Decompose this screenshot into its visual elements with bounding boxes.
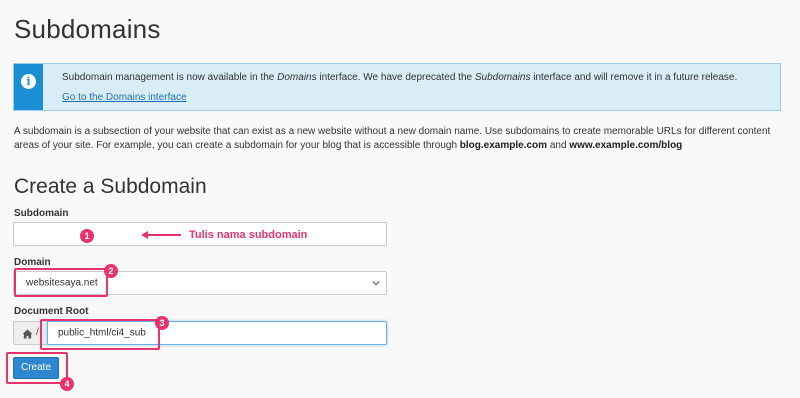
document-root-prefix: / xyxy=(13,321,47,345)
create-subdomain-heading: Create a Subdomain xyxy=(14,175,207,198)
path-slash: / xyxy=(36,327,39,338)
home-icon xyxy=(22,329,33,339)
subdomain-label: Subdomain xyxy=(14,208,69,219)
description-example-1: blog.example.com xyxy=(459,140,548,151)
annotation-badge-3: 3 xyxy=(155,316,169,330)
subdomains-page: Subdomains i Subdomain management is now… xyxy=(0,0,800,398)
document-root-label: Document Root xyxy=(14,306,89,317)
arrow-left-icon xyxy=(141,231,181,239)
page-title: Subdomains xyxy=(14,14,161,44)
notice-text-part: Subdomain management is now available in… xyxy=(62,72,278,83)
description-text: and xyxy=(547,140,570,151)
deprecation-notice: i Subdomain management is now available … xyxy=(13,63,781,111)
annotation-badge-1: 1 xyxy=(80,229,94,243)
subdomain-description: A subdomain is a subsection of your webs… xyxy=(14,125,774,153)
info-icon: i xyxy=(21,74,36,89)
description-example-2: www.example.com/blog xyxy=(569,140,683,151)
annotation-hint: Tulis nama subdomain xyxy=(189,229,308,241)
domain-select-value: websitesaya.net xyxy=(26,277,98,289)
notice-accent-bar: i xyxy=(14,64,43,110)
create-button[interactable]: Create xyxy=(13,357,59,379)
document-root-input-value: public_html/ci4_sub xyxy=(58,327,146,339)
notice-text-part: interface. We have deprecated the xyxy=(316,72,475,83)
notice-text: Subdomain management is now available in… xyxy=(62,72,737,83)
go-to-domains-link[interactable]: Go to the Domains interface xyxy=(62,92,187,103)
notice-text-part: interface and will remove it in a future… xyxy=(530,72,738,83)
domain-select[interactable]: websitesaya.net xyxy=(13,271,387,295)
annotation-badge-4: 4 xyxy=(60,377,74,391)
document-root-input[interactable]: public_html/ci4_sub xyxy=(47,321,387,345)
notice-text-em-subdomains: Subdomains xyxy=(474,72,531,83)
annotation-badge-2: 2 xyxy=(104,264,118,278)
chevron-down-icon xyxy=(372,281,380,286)
domain-label: Domain xyxy=(14,257,51,268)
notice-text-em-domains: Domains xyxy=(277,72,317,83)
